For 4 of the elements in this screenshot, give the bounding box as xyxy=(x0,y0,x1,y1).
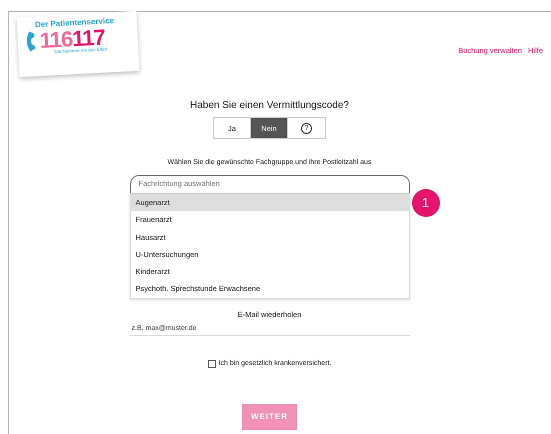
callout-badge: 1 xyxy=(412,189,440,217)
question-text: Haben Sie einen Vermittlungscode? xyxy=(190,100,349,111)
logo-caption: Der Patientenservice xyxy=(34,16,114,30)
checkbox[interactable] xyxy=(208,360,216,368)
